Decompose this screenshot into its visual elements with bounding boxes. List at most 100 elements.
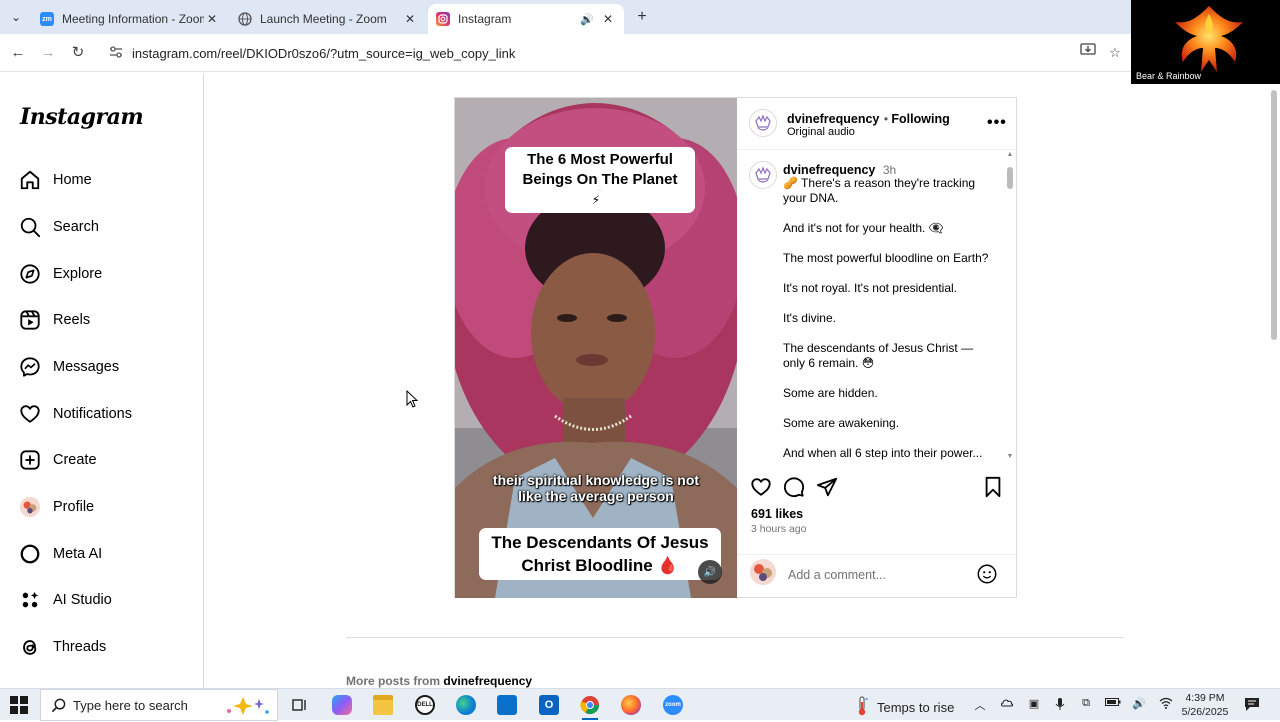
sidebar-item-label: AI Studio: [53, 592, 112, 608]
more-options-icon[interactable]: •••: [987, 114, 1007, 132]
current-user-avatar[interactable]: [749, 558, 777, 586]
reel-post-card: The 6 Most Powerful Beings On The Planet…: [454, 97, 1017, 598]
avatar: [18, 495, 42, 519]
microphone-icon[interactable]: [1052, 697, 1068, 714]
sidebar-item-label: Profile: [53, 499, 95, 515]
sidebar-item-profile[interactable]: Profile: [18, 492, 94, 522]
outlook-icon[interactable]: O: [535, 693, 563, 717]
browser-toolbar: ← → ↻ instagram.com/reel/DKIODr0szo6/?ut…: [0, 34, 1131, 72]
site-info-icon[interactable]: [108, 45, 124, 61]
like-heart-icon[interactable]: [749, 475, 773, 499]
zoom-app-icon[interactable]: zoom: [659, 693, 687, 717]
author-avatar[interactable]: [749, 109, 777, 137]
home-icon: [18, 168, 42, 192]
sidebar-item-label: Search: [53, 219, 99, 235]
sidebar-item-label: Create: [53, 452, 97, 468]
clock-time: 4:39 PM: [1185, 692, 1225, 704]
video-overlay-bottom-title: The Descendants Of Jesus Christ Bloodlin…: [479, 528, 721, 580]
likes-count[interactable]: 691 likes: [751, 507, 803, 521]
meet-now-icon[interactable]: ▣: [1026, 697, 1042, 710]
weather-widget[interactable]: Temps to rise: [855, 696, 954, 719]
page-scrollbar-thumb[interactable]: [1271, 90, 1277, 340]
taskbar-search-box[interactable]: Type here to search: [40, 689, 278, 721]
screen-share-icon[interactable]: ⧉: [1078, 697, 1094, 710]
tab-search-chevron-icon[interactable]: ⌄: [6, 8, 26, 26]
post-time-ago[interactable]: 3 hours ago: [751, 523, 806, 535]
page-scrollbar[interactable]: [1268, 84, 1280, 691]
video-bottom-text: The Descendants Of Jesus Christ Bloodlin…: [491, 533, 709, 575]
forward-arrow-icon[interactable]: →: [38, 43, 58, 63]
bookmark-star-icon[interactable]: ☆: [1105, 43, 1125, 63]
new-tab-plus-icon[interactable]: +: [632, 8, 652, 26]
caption-author-username[interactable]: dvinefrequency: [783, 163, 875, 177]
task-view-icon[interactable]: [286, 693, 314, 717]
lightning-emoji-icon: ⚡: [591, 193, 601, 207]
original-audio-link[interactable]: Original audio: [787, 126, 855, 138]
tab-launch-meeting[interactable]: Launch Meeting - Zoom ✕: [230, 4, 426, 34]
browser-tab-bar: ⌄ zm Meeting Information - Zoom ✕ Launch…: [0, 0, 1131, 34]
following-button[interactable]: Following: [891, 112, 949, 126]
comment-bubble-icon[interactable]: [782, 475, 806, 499]
search-highlight-sparkle-icon: [221, 695, 273, 722]
edge-browser-icon[interactable]: [452, 693, 480, 717]
system-clock[interactable]: 4:39 PM 5/26/2025: [1180, 691, 1230, 719]
microsoft-store-icon[interactable]: [493, 693, 521, 717]
copilot-icon[interactable]: [328, 693, 356, 717]
tab-close-icon[interactable]: ✕: [600, 11, 616, 27]
sidebar-item-messages[interactable]: Messages: [18, 352, 119, 382]
tab-close-icon[interactable]: ✕: [402, 11, 418, 27]
caption-author-avatar[interactable]: [749, 161, 777, 189]
file-explorer-icon[interactable]: [369, 693, 397, 717]
sidebar-item-home[interactable]: Home: [18, 165, 92, 195]
scroll-up-arrow-icon[interactable]: ▲: [1005, 151, 1015, 158]
sidebar-item-explore[interactable]: Explore: [18, 259, 102, 289]
tab-close-icon[interactable]: ✕: [204, 11, 220, 27]
notification-center-icon[interactable]: [1244, 697, 1260, 712]
show-hidden-icons-chevron-icon[interactable]: ︿: [972, 697, 988, 713]
windows-taskbar: Type here to search DELL O zoom Temps to…: [0, 688, 1280, 721]
sidebar-item-ai-studio[interactable]: AI Studio: [18, 585, 112, 615]
emoji-picker-icon[interactable]: [976, 563, 998, 585]
caption-scrollbar[interactable]: ▲ ▼: [1005, 151, 1015, 463]
zoom-participant-video[interactable]: Bear & Rainbow: [1131, 0, 1280, 84]
caption-scrollbar-thumb[interactable]: [1007, 167, 1013, 189]
dell-icon[interactable]: DELL: [411, 693, 439, 717]
address-bar[interactable]: instagram.com/reel/DKIODr0szo6/?utm_sour…: [102, 39, 1092, 67]
sidebar-item-label: Meta AI: [53, 546, 103, 562]
sidebar-item-meta-ai[interactable]: Meta AI: [18, 539, 102, 569]
tab-meeting-information[interactable]: zm Meeting Information - Zoom ✕: [32, 4, 228, 34]
caption-line: And when all 6 step into their power...: [783, 446, 983, 460]
install-app-icon[interactable]: [1078, 43, 1098, 63]
sidebar-item-label: Messages: [53, 359, 120, 375]
sidebar-item-notifications[interactable]: Notifications: [18, 399, 132, 429]
reel-video[interactable]: The 6 Most Powerful Beings On The Planet…: [455, 98, 737, 598]
tab-instagram[interactable]: Instagram 🔊 ✕: [428, 4, 624, 34]
comment-input[interactable]: Add a comment...: [788, 568, 886, 582]
mouse-cursor-icon: [406, 389, 419, 408]
scroll-down-arrow-icon[interactable]: ▼: [1005, 453, 1015, 460]
caption-scroll-area[interactable]: dvinefrequency 3h 🥜 There's a reason the…: [737, 151, 1017, 463]
back-arrow-icon[interactable]: ←: [8, 43, 28, 63]
caption-line: It's divine.: [783, 311, 836, 325]
mute-toggle-button[interactable]: 🔊: [698, 560, 722, 584]
sidebar-item-threads[interactable]: Threads: [18, 632, 106, 662]
sidebar-item-create[interactable]: Create: [18, 445, 97, 475]
save-bookmark-icon[interactable]: [981, 475, 1005, 499]
wifi-icon[interactable]: [1158, 697, 1174, 712]
instagram-logo[interactable]: Instagram: [20, 104, 144, 130]
battery-icon[interactable]: [1105, 697, 1121, 710]
tab-audio-playing-icon[interactable]: 🔊: [580, 13, 594, 26]
firefox-icon[interactable]: [617, 693, 645, 717]
reload-icon[interactable]: ↻: [68, 43, 88, 63]
volume-icon[interactable]: 🔊: [1131, 697, 1147, 710]
onedrive-cloud-icon[interactable]: [999, 697, 1015, 710]
windows-start-icon[interactable]: [10, 696, 28, 714]
thermometer-icon: [855, 696, 869, 719]
author-username[interactable]: dvinefrequency: [787, 112, 879, 126]
caption-time: 3h: [882, 163, 897, 177]
chrome-icon[interactable]: [576, 693, 604, 720]
more-posts-username[interactable]: dvinefrequency: [443, 674, 532, 688]
share-paper-plane-icon[interactable]: [815, 475, 839, 499]
sidebar-item-search[interactable]: Search: [18, 212, 99, 242]
sidebar-item-reels[interactable]: Reels: [18, 305, 90, 335]
